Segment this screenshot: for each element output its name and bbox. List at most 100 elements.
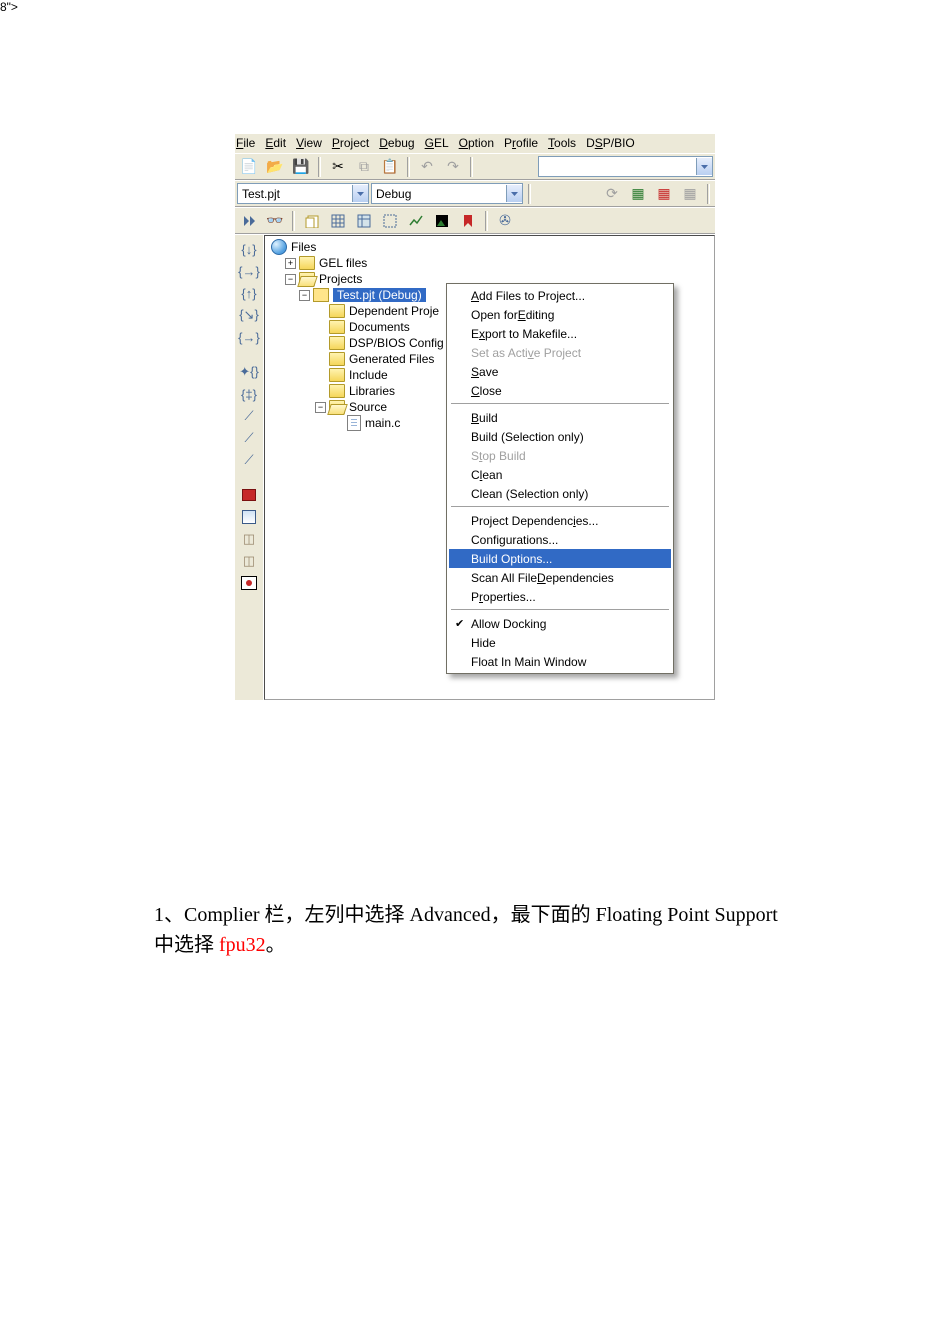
toggle-bp-icon[interactable] — [300, 209, 324, 233]
project-tree[interactable]: Files +GEL files −Projects −Test.pjt (De… — [264, 235, 715, 700]
expand-toggle[interactable]: − — [315, 402, 326, 413]
ctx-build-options[interactable]: Build Options... — [449, 549, 671, 568]
dropdown-arrow-icon[interactable] — [696, 158, 712, 175]
menu-gel[interactable]: GEL — [425, 136, 449, 150]
globe-icon — [271, 239, 287, 255]
paragraph-fpu32: fpu32 — [219, 934, 266, 956]
toolbar-standard: 📄 📂 💾 ✂ ⧉ 📋 ↶ ↷ — [235, 153, 715, 180]
menu-dspbio[interactable]: DSP/BIO — [586, 136, 635, 150]
graph-icon[interactable] — [404, 209, 428, 233]
incremental-build-icon[interactable]: ▦ — [626, 182, 650, 206]
copy-icon[interactable]: ⧉ — [352, 155, 376, 179]
menu-project[interactable]: Project — [332, 136, 369, 150]
folder-icon — [329, 352, 345, 366]
folder-open-icon — [329, 400, 345, 414]
probe-icon[interactable]: ✇ — [493, 209, 517, 233]
tree-gel-files[interactable]: +GEL files — [269, 255, 714, 271]
dropdown-arrow-icon[interactable] — [352, 185, 368, 202]
ctx-project-dependencies[interactable]: Project Dependencies... — [449, 511, 671, 530]
instruction-paragraph: 1、Complier 栏，左列中选择 Advanced，最下面的 Floatin… — [154, 900, 796, 960]
project-combo-text: Test.pjt — [238, 187, 352, 201]
animate-icon[interactable]: ⟋ — [239, 406, 259, 426]
step-into-icon[interactable]: {↓} — [239, 239, 259, 259]
run-icon[interactable]: ⟋ — [239, 428, 259, 448]
cut-icon[interactable]: ✂ — [326, 155, 350, 179]
ctx-save[interactable]: Save — [449, 362, 671, 381]
redo-icon[interactable]: ↷ — [441, 155, 465, 179]
ctx-properties[interactable]: Properties... — [449, 587, 671, 606]
ctx-stop-build: Stop Build — [449, 446, 671, 465]
window-icon[interactable] — [239, 507, 259, 527]
image-icon[interactable] — [430, 209, 454, 233]
ccs-screenshot: File Edit View Project Debug GEL Option … — [235, 134, 715, 700]
grid-icon[interactable] — [326, 209, 350, 233]
bookmark-icon[interactable] — [456, 209, 480, 233]
run-to-cursor-icon[interactable]: {↘} — [239, 305, 259, 325]
menu-edit[interactable]: Edit — [265, 136, 286, 150]
ctx-add-files[interactable]: Add Files to Project... — [449, 286, 671, 305]
open-file-icon[interactable]: 📂 — [263, 155, 287, 179]
ctx-scan-dependencies[interactable]: Scan All File Dependencies — [449, 568, 671, 587]
folder-icon — [329, 368, 345, 382]
registers-icon[interactable] — [378, 209, 402, 233]
separator — [292, 211, 295, 231]
separator — [528, 184, 531, 204]
database-icon[interactable]: ◫ — [239, 529, 259, 549]
chip-icon[interactable]: ◫ — [239, 551, 259, 571]
selected-project-label: Test.pjt (Debug) — [333, 288, 426, 302]
ctx-hide[interactable]: Hide — [449, 633, 671, 652]
separator — [470, 157, 473, 177]
ctx-clean-selection[interactable]: Clean (Selection only) — [449, 484, 671, 503]
save-icon[interactable]: 💾 — [289, 155, 313, 179]
ctx-separator — [451, 403, 669, 405]
folder-icon — [329, 320, 345, 334]
rebuild-all-icon[interactable]: ▦ — [652, 182, 676, 206]
ctx-allow-docking[interactable]: Allow Docking — [449, 614, 671, 633]
tree-root-files[interactable]: Files — [269, 239, 714, 255]
run-free-icon[interactable]: {‡} — [239, 384, 259, 404]
paste-icon[interactable]: 📋 — [378, 155, 402, 179]
menubar: File Edit View Project Debug GEL Option … — [235, 134, 715, 153]
build-all-icon[interactable]: ⟳ — [600, 182, 624, 206]
ctx-build[interactable]: Build — [449, 408, 671, 427]
separator — [318, 157, 321, 177]
menu-option[interactable]: Option — [459, 136, 494, 150]
run-icon[interactable] — [237, 209, 261, 233]
ctx-open-editing[interactable]: Open for Editing — [449, 305, 671, 324]
menu-file[interactable]: File — [236, 136, 255, 150]
memory-icon[interactable] — [352, 209, 376, 233]
step-out-icon[interactable]: {↑} — [239, 283, 259, 303]
project-combo[interactable]: Test.pjt — [237, 183, 369, 204]
menu-profile[interactable]: Profile — [504, 136, 538, 150]
dropdown-arrow-icon[interactable] — [506, 185, 522, 202]
glasses-icon[interactable]: 👓 — [263, 209, 287, 233]
ctx-separator — [451, 506, 669, 508]
ctx-float-main[interactable]: Float In Main Window — [449, 652, 671, 671]
find-combo[interactable] — [538, 156, 713, 177]
menu-debug[interactable]: Debug — [379, 136, 414, 150]
expand-toggle[interactable]: − — [299, 290, 310, 301]
config-combo-text: Debug — [372, 187, 506, 201]
config-combo[interactable]: Debug — [371, 183, 523, 204]
new-file-icon[interactable]: 📄 — [237, 155, 261, 179]
toolbar-project: Test.pjt Debug ⟳ ▦ ▦ ▦ — [235, 180, 715, 207]
ctx-close[interactable]: Close — [449, 381, 671, 400]
folder-icon — [329, 304, 345, 318]
ctx-clean[interactable]: Clean — [449, 465, 671, 484]
menu-tools[interactable]: Tools — [548, 136, 576, 150]
ctx-configurations[interactable]: Configurations... — [449, 530, 671, 549]
separator — [407, 157, 410, 177]
step-icon[interactable]: {→} — [239, 327, 259, 347]
halt-step-icon[interactable]: ✦{} — [239, 362, 259, 382]
halt-icon[interactable]: ⟋ — [239, 450, 259, 470]
ctx-export-makefile[interactable]: Export to Makefile... — [449, 324, 671, 343]
stop-build-icon[interactable]: ▦ — [678, 182, 702, 206]
menu-view[interactable]: View — [296, 136, 322, 150]
ctx-build-selection[interactable]: Build (Selection only) — [449, 427, 671, 446]
undo-icon[interactable]: ↶ — [415, 155, 439, 179]
expand-toggle[interactable]: + — [285, 258, 296, 269]
toggle-breakpoint-icon[interactable] — [239, 485, 259, 505]
expand-toggle[interactable]: − — [285, 274, 296, 285]
record-icon[interactable] — [239, 573, 259, 593]
step-over-icon[interactable]: {→} — [239, 261, 259, 281]
